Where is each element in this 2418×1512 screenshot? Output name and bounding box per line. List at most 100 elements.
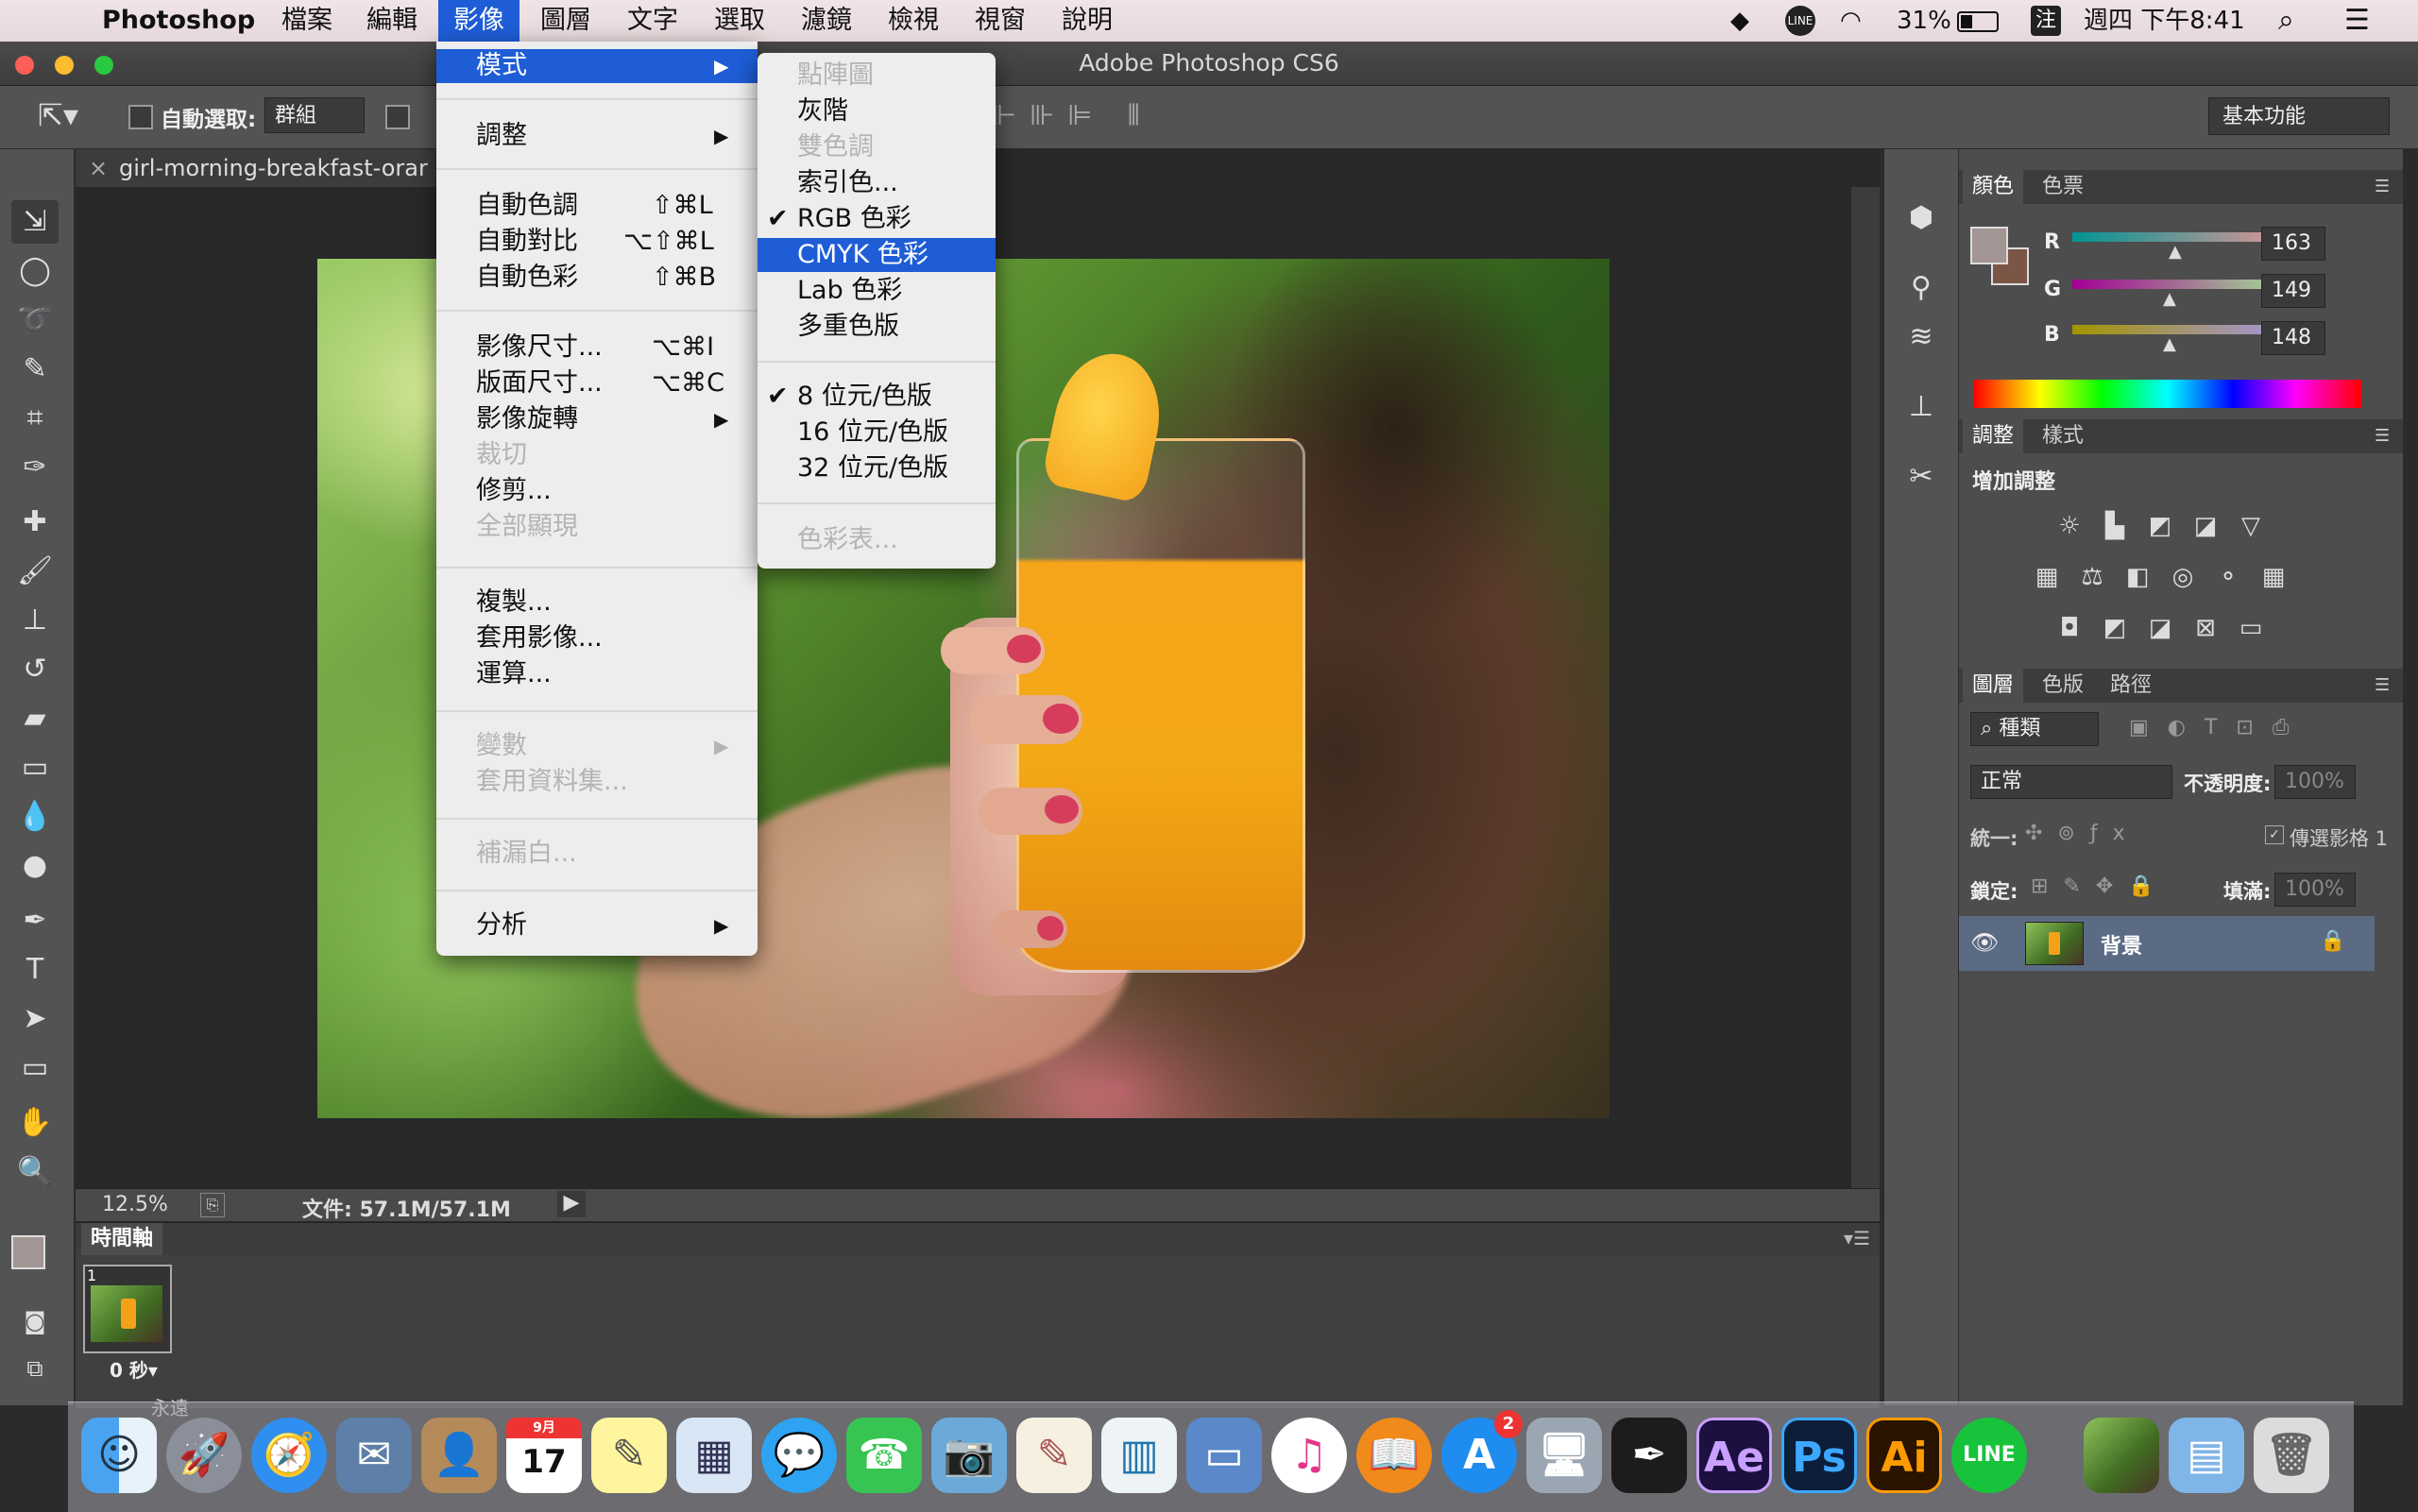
timeline-tab[interactable]: 時間軸 — [81, 1223, 163, 1255]
blend-mode-dropdown[interactable]: 正常 — [1970, 765, 2172, 799]
mode-item-32bit[interactable]: 32 位元/色版 — [758, 451, 996, 485]
brush-panel-icon[interactable]: ≋ — [1898, 315, 1945, 359]
exposure-icon[interactable]: ◪ — [2191, 512, 2220, 540]
tab-color[interactable]: 顏色 — [1963, 170, 2024, 204]
dodge-tool-icon[interactable]: ● — [11, 844, 59, 888]
photoshop-icon[interactable]: Ps — [1781, 1418, 1857, 1493]
close-window-button[interactable] — [15, 56, 34, 75]
auto-select-checkbox[interactable] — [128, 105, 153, 129]
color-panel-menu-icon[interactable]: ☰ — [2365, 170, 2399, 204]
system-preferences-icon[interactable]: 🖥 — [1526, 1418, 1602, 1493]
notes-icon[interactable]: ✎ — [591, 1418, 667, 1493]
black-white-icon[interactable]: ◧ — [2123, 563, 2152, 591]
opacity-field[interactable]: 100% — [2274, 765, 2356, 799]
r-slider-thumb[interactable]: ▲ — [2169, 242, 2182, 262]
layers-panel-menu-icon[interactable]: ☰ — [2365, 669, 2399, 703]
menu-item-adjustments[interactable]: 調整 ▶ — [436, 119, 758, 153]
zoom-window-button[interactable] — [94, 56, 113, 75]
layer-visibility-eye-icon[interactable]: 👁 — [1970, 929, 1999, 956]
recent-image-stack-icon[interactable] — [2084, 1418, 2159, 1493]
line-app-icon[interactable]: LINE — [1951, 1418, 2027, 1493]
auto-select-dropdown[interactable]: 群組 — [264, 97, 365, 133]
g-value-field[interactable]: 149 — [2261, 274, 2325, 308]
color-balance-icon[interactable]: ⚖ — [2078, 563, 2106, 591]
input-method-icon[interactable]: 注 — [2031, 6, 2061, 36]
app-store-icon[interactable]: A 2 — [1441, 1410, 1523, 1493]
inkscape-icon[interactable]: ✒ — [1611, 1418, 1687, 1493]
3d-panel-icon[interactable]: ⬢ — [1898, 196, 1945, 240]
menu-item-mode[interactable]: 模式 ▶ — [436, 49, 758, 83]
tab-channels[interactable]: 色版 — [2033, 669, 2093, 703]
photo-filter-icon[interactable]: ◎ — [2169, 563, 2197, 591]
menu-file[interactable]: 檔案 — [266, 0, 348, 42]
contacts-icon[interactable]: 👤 — [421, 1418, 497, 1493]
mode-item-cmyk[interactable]: CMYK 色彩 — [758, 238, 996, 272]
type-tool-icon[interactable]: T — [11, 948, 59, 992]
zoom-level[interactable]: 12.5% — [102, 1193, 168, 1216]
timeline-panel-menu-icon[interactable]: ▾☰ — [1844, 1227, 1870, 1249]
vibrance-icon[interactable]: ▽ — [2237, 512, 2265, 540]
menu-item-image-size[interactable]: 影像尺寸... ⌥⌘I — [436, 331, 758, 365]
menu-item-calculations[interactable]: 運算... — [436, 657, 758, 691]
healing-brush-tool-icon[interactable]: ✚ — [11, 501, 59, 544]
eyedropper-tool-icon[interactable]: ✑ — [11, 446, 59, 489]
numbers-icon[interactable]: ▥ — [1101, 1418, 1177, 1493]
move-tool-preset-icon[interactable]: ⇱▾ — [38, 97, 78, 133]
menu-app-name[interactable]: Photoshop — [87, 0, 270, 42]
menu-select[interactable]: 選取 — [699, 0, 780, 42]
iphoto-icon[interactable]: 📷 — [931, 1418, 1007, 1493]
curves-icon[interactable]: ◩ — [2146, 512, 2174, 540]
menu-view[interactable]: 檢視 — [873, 0, 954, 42]
mode-item-indexed-color[interactable]: 索引色... — [758, 166, 996, 200]
mode-item-8bit[interactable]: ✔ 8 位元/色版 — [758, 380, 996, 414]
menu-item-auto-tone[interactable]: 自動色調 ⇧⌘L — [436, 189, 758, 223]
quick-mask-icon[interactable]: ◙ — [11, 1300, 59, 1343]
wifi-icon[interactable]: ◠ — [1840, 0, 1862, 42]
mode-item-multichannel[interactable]: 多重色版 — [758, 310, 996, 344]
screen-mode-icon[interactable]: ⧉ — [11, 1347, 59, 1390]
hand-tool-icon[interactable]: ✋ — [11, 1101, 59, 1145]
crop-tool-icon[interactable]: ⌗ — [11, 397, 59, 440]
propagate-frame-checkbox[interactable]: ✓ — [2265, 825, 2284, 844]
trash-icon[interactable]: 🗑 — [2254, 1418, 2329, 1493]
path-select-tool-icon[interactable]: ➤ — [11, 997, 59, 1041]
g-slider-thumb[interactable]: ▲ — [2163, 289, 2176, 309]
menu-item-canvas-size[interactable]: 版面尺寸... ⌥⌘C — [436, 366, 758, 400]
tab-styles[interactable]: 樣式 — [2033, 419, 2093, 453]
illustrator-icon[interactable]: Ai — [1866, 1418, 1942, 1493]
fill-field[interactable]: 100% — [2274, 873, 2356, 907]
clock[interactable]: 週四 下午8:41 — [2084, 0, 2245, 42]
downloads-folder-icon[interactable]: ▤ — [2169, 1418, 2244, 1493]
layer-filter-dropdown[interactable]: ⌕ 種類 — [1970, 712, 2099, 746]
battery-icon[interactable] — [1957, 11, 1999, 32]
brush-presets-icon[interactable]: ⚲ — [1898, 266, 1945, 310]
minimize-window-button[interactable] — [55, 56, 74, 75]
apple-icon[interactable] — [25, 0, 55, 42]
workspace-dropdown[interactable]: 基本功能 — [2208, 97, 2390, 135]
posterize-icon[interactable]: ◩ — [2101, 614, 2129, 642]
mail-icon[interactable]: ✉ — [336, 1418, 412, 1493]
status-share-icon[interactable]: ⎘ — [200, 1193, 225, 1217]
messages-icon[interactable]: 💬 — [761, 1418, 837, 1493]
pen-tool-icon[interactable]: ✒ — [11, 899, 59, 943]
lasso-tool-icon[interactable]: ➰ — [11, 298, 59, 342]
menu-image[interactable]: 影像 — [438, 0, 519, 42]
pages-icon[interactable]: ✎ — [1016, 1418, 1092, 1493]
line-tray-icon[interactable]: LINE — [1785, 6, 1815, 36]
hue-saturation-icon[interactable]: ▦ — [2033, 563, 2061, 591]
document-tab[interactable]: × girl-morning-breakfast-orar — [76, 149, 454, 187]
foreground-color-swatch[interactable] — [11, 1235, 45, 1269]
photo-booth-icon[interactable]: ▦ — [676, 1418, 752, 1493]
menu-item-auto-contrast[interactable]: 自動對比 ⌥⇧⌘L — [436, 225, 758, 259]
mode-item-rgb[interactable]: ✔ RGB 色彩 — [758, 202, 996, 236]
show-transform-checkbox[interactable] — [385, 105, 410, 129]
menu-item-auto-color[interactable]: 自動色彩 ⇧⌘B — [436, 261, 758, 295]
tab-swatches[interactable]: 色票 — [2033, 170, 2093, 204]
clone-stamp-tool-icon[interactable]: ⊥ — [11, 599, 59, 642]
menu-window[interactable]: 視窗 — [960, 0, 1041, 42]
close-document-icon[interactable]: × — [89, 149, 108, 187]
selective-color-icon[interactable]: ⊠ — [2191, 614, 2220, 642]
tool-presets-icon[interactable]: ✂ — [1898, 455, 1945, 499]
after-effects-icon[interactable]: Ae — [1696, 1418, 1772, 1493]
tab-layers[interactable]: 圖層 — [1963, 669, 2024, 703]
